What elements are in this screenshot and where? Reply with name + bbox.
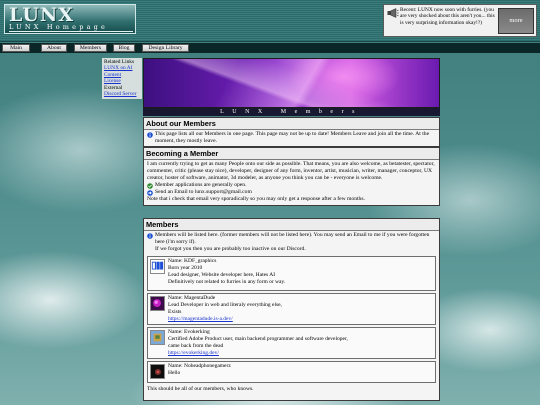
main-content: LUNX Members About our Members This page… <box>143 58 440 405</box>
checkmark-icon <box>147 183 153 189</box>
info-icon <box>147 131 153 138</box>
sidebar-link-discord[interactable]: Discord Server <box>104 91 140 97</box>
becoming-intro: I am currently trying to get as many Peo… <box>147 161 435 182</box>
member-card: Name: Noheadphonegamerz Hello <box>147 361 436 384</box>
banner-title: LUNX Members <box>143 108 440 116</box>
about-text: This page lists all our Members in one p… <box>155 131 430 145</box>
member-detail: Hello <box>168 370 181 377</box>
notice-text: Recent: LUNX now soon with furries. (you… <box>400 7 495 26</box>
nav-main[interactable]: Main <box>2 44 30 52</box>
member-website-link[interactable]: https://evokerking.dev/ <box>168 350 348 357</box>
becoming-member-card: Becoming a Member I am currently trying … <box>143 147 440 206</box>
nav-blog[interactable]: Blog <box>113 44 135 52</box>
about-card: About our Members This page lists all ou… <box>143 117 440 148</box>
about-title: About our Members <box>144 118 439 131</box>
info-icon <box>147 232 153 239</box>
megaphone-icon <box>387 8 399 18</box>
logo-subtitle: LUNX Homepage <box>9 23 133 32</box>
member-card: Name: MagentaDude Lead Developer in web … <box>147 293 436 326</box>
member-name: Name: Noheadphonegamerz <box>168 363 231 370</box>
members-note: Members will be listed here. (former mem… <box>155 232 430 246</box>
sidebar: Related Links LUNX on AI Content License… <box>102 58 142 99</box>
member-detail: Exists <box>168 309 182 316</box>
member-detail: came back from the dead <box>168 343 224 350</box>
members-footer-note: This should be all of our members, who k… <box>147 386 254 393</box>
magentadude-avatar <box>150 296 165 312</box>
main-nav: Main About Members Blog Design Library <box>0 43 540 53</box>
more-button[interactable]: more <box>498 8 534 34</box>
kdf-avatar <box>150 259 165 275</box>
member-name: Name: MagentaDude <box>168 295 216 302</box>
members-banner <box>143 58 440 108</box>
member-card: Name: KDF_graphics Born year 2010 Lead d… <box>147 256 436 292</box>
member-detail: Definitively not related to furries in a… <box>168 279 286 286</box>
members-card: Members Members will be listed here. (fo… <box>143 218 440 401</box>
email-note: Note that i check that email very sporad… <box>147 196 365 203</box>
nav-design-library[interactable]: Design Library <box>142 44 189 52</box>
member-card: Name: Evokerking Certified Adobe Product… <box>147 327 436 360</box>
member-name: Name: KDF_graphics <box>168 258 217 265</box>
member-list: Name: KDF_graphics Born year 2010 Lead d… <box>144 256 439 384</box>
applications-open-text: Member applications are generally open. <box>155 182 247 189</box>
member-detail: Born year 2010 <box>168 265 203 272</box>
members-title: Members <box>144 219 439 232</box>
noheadphonegamerz-avatar <box>150 364 165 380</box>
site-logo[interactable]: LUNX LUNX Homepage <box>4 4 136 34</box>
members-inactive-note: If we forgot you then you are probably t… <box>155 246 306 253</box>
nav-members[interactable]: Members <box>74 44 107 52</box>
site-header: LUNX LUNX Homepage Recent: LUNX now soon… <box>0 0 540 42</box>
evokerking-avatar <box>150 330 165 346</box>
becoming-title: Becoming a Member <box>144 148 439 161</box>
member-detail: Lead Developer in web and literaly every… <box>168 302 282 309</box>
news-notice: Recent: LUNX now soon with furries. (you… <box>383 4 537 37</box>
nav-about[interactable]: About <box>41 44 67 52</box>
member-website-link[interactable]: https://magentadude.is-a.dev/ <box>168 316 282 323</box>
